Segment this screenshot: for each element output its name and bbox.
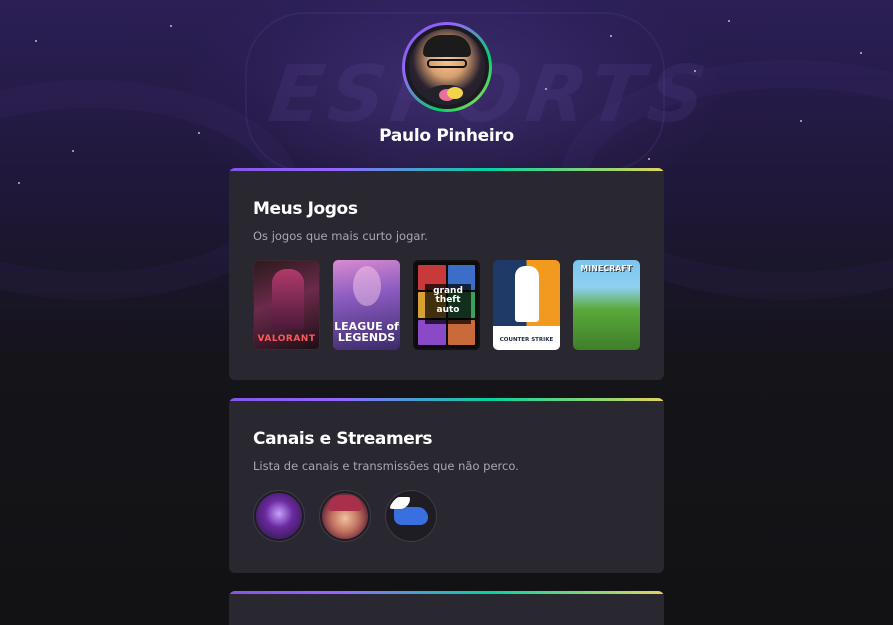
profile-header: Paulo Pinheiro [0, 22, 893, 146]
game-label: LEAGUE of LEGENDS [334, 320, 399, 344]
channels-title: Canais e Streamers [253, 429, 433, 449]
game-valorant[interactable]: VALORANT [253, 260, 320, 350]
channel-avatar-1[interactable] [253, 490, 305, 542]
games-description: Os jogos que mais curto jogar. [253, 229, 428, 243]
game-league-of-legends[interactable]: LEAGUE of LEGENDS [333, 260, 400, 350]
star [72, 150, 74, 152]
games-card: Meus Jogos Os jogos que mais curto jogar… [229, 168, 664, 380]
card-gradient-bar [229, 591, 664, 594]
channels-description: Lista de canais e transmissões que não p… [253, 459, 519, 473]
channel-avatar-3[interactable] [385, 490, 437, 542]
profile-name: Paulo Pinheiro [379, 126, 514, 146]
channel-avatar-2[interactable] [319, 490, 371, 542]
game-label: grand theft auto [425, 284, 471, 324]
avatar-portrait-icon [408, 29, 485, 105]
winged-shoe-logo-icon [388, 493, 434, 539]
channels-list [253, 490, 640, 542]
avatar [401, 22, 492, 112]
game-label: MINECRAFT [580, 264, 633, 273]
game-counter-strike[interactable]: COUNTER STRIKE [493, 260, 560, 350]
game-label: COUNTER STRIKE [499, 336, 554, 343]
streamer-avatar-icon [322, 493, 368, 539]
game-label: VALORANT [257, 334, 316, 344]
star [648, 158, 650, 160]
games-list: VALORANT LEAGUE of LEGENDS grand theft a… [253, 260, 640, 350]
game-gta-v[interactable]: grand theft auto [413, 260, 480, 350]
star [18, 182, 20, 184]
third-card [229, 591, 664, 625]
channels-card: Canais e Streamers Lista de canais e tra… [229, 398, 664, 573]
games-title: Meus Jogos [253, 199, 358, 219]
game-minecraft[interactable]: MINECRAFT [573, 260, 640, 350]
streamer-avatar-icon [256, 493, 302, 539]
